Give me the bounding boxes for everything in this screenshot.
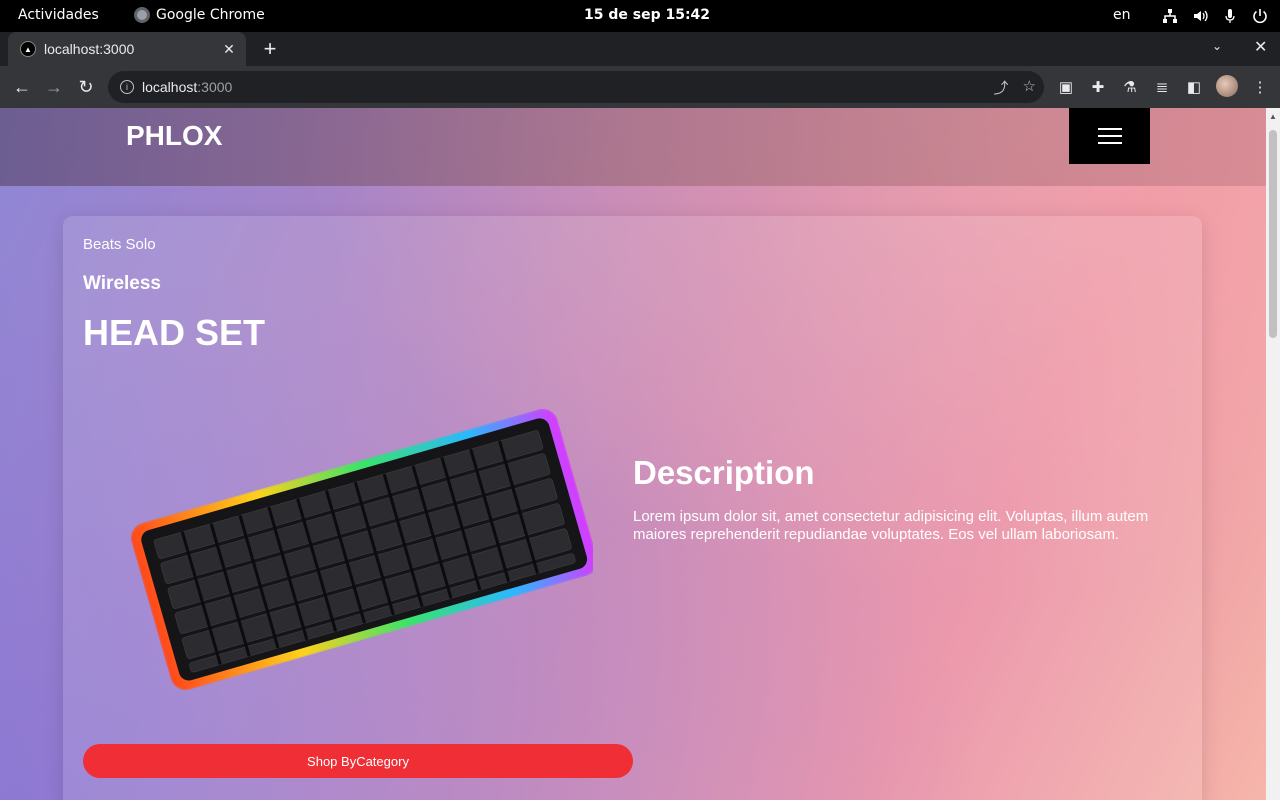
close-tab-icon[interactable]: ✕	[220, 40, 238, 58]
tab-search-icon[interactable]: ⌄	[1212, 39, 1222, 53]
hamburger-menu-button[interactable]	[1069, 108, 1150, 164]
menu-line	[1097, 135, 1122, 137]
volume-icon	[1190, 6, 1210, 26]
more-menu-icon[interactable]: ⋮	[1250, 75, 1270, 99]
app-name-label: Google Chrome	[156, 7, 265, 23]
extension-icon[interactable]: ▣	[1056, 75, 1076, 99]
microphone-icon	[1220, 6, 1240, 26]
forward-icon[interactable]: →	[42, 75, 66, 99]
chrome-icon	[134, 7, 150, 23]
shop-by-category-button[interactable]: Shop ByCategory	[83, 744, 633, 778]
activities-button[interactable]: Actividades	[18, 7, 99, 23]
profile-avatar[interactable]	[1216, 75, 1238, 97]
page-viewport: PHLOX Beats Solo Wireless HEAD SET Descr…	[0, 108, 1266, 800]
share-icon[interactable]: ⤴	[994, 77, 1009, 98]
url-port: :3000	[197, 79, 233, 95]
browser-tab[interactable]: ▲ localhost:3000 ✕	[8, 32, 246, 66]
clock[interactable]: 15 de sep 15:42	[584, 7, 710, 23]
brand-logo[interactable]: PHLOX	[126, 120, 222, 152]
scrollbar-thumb[interactable]	[1269, 130, 1277, 338]
product-image-keyboard	[131, 408, 593, 690]
window-close-icon[interactable]: ✕	[1254, 37, 1267, 57]
hero-headline: HEAD SET	[83, 312, 266, 353]
language-indicator[interactable]: en	[1113, 7, 1131, 23]
media-queue-icon[interactable]: ≣	[1152, 75, 1172, 99]
system-tray[interactable]	[1160, 6, 1270, 26]
browser-toolbar: ← → ↻ i localhost:3000 ⤴ ☆ ▣ ✚ ⚗ ≣ ◧ ⋮	[0, 66, 1280, 108]
menu-line	[1097, 128, 1122, 130]
puzzle-extensions-icon[interactable]: ✚	[1088, 75, 1108, 99]
page-scrollbar[interactable]: ▲	[1266, 108, 1280, 800]
back-icon[interactable]: ←	[10, 75, 34, 99]
system-top-bar: Actividades Google Chrome 15 de sep 15:4…	[0, 0, 1280, 32]
power-icon	[1250, 6, 1270, 26]
labs-flask-icon[interactable]: ⚗	[1120, 75, 1140, 99]
extensions-area: ▣ ✚ ⚗ ≣ ◧ ⋮	[1056, 75, 1270, 99]
hero-subtitle: Beats Solo	[83, 236, 156, 253]
site-info-icon[interactable]: i	[120, 80, 134, 94]
tab-strip: ▲ localhost:3000 ✕ + ⌄ ✕	[0, 32, 1280, 66]
hero-card: Beats Solo Wireless HEAD SET Description…	[63, 216, 1202, 800]
network-icon	[1160, 6, 1180, 26]
side-panel-icon[interactable]: ◧	[1184, 75, 1204, 99]
site-navbar: PHLOX	[0, 108, 1266, 186]
hero-subheading: Wireless	[83, 273, 161, 294]
bookmark-star-icon[interactable]: ☆	[1023, 77, 1036, 98]
description-title: Description	[633, 454, 815, 491]
favicon-icon: ▲	[20, 41, 36, 57]
address-bar[interactable]: i localhost:3000 ⤴ ☆	[108, 71, 1044, 103]
new-tab-button[interactable]: +	[258, 36, 282, 61]
app-menu[interactable]: Google Chrome	[134, 7, 265, 23]
description-text: Lorem ipsum dolor sit, amet consectetur …	[633, 508, 1149, 543]
tab-title: localhost:3000	[44, 41, 135, 57]
reload-icon[interactable]: ↻	[74, 75, 98, 99]
scroll-up-icon[interactable]: ▲	[1269, 112, 1277, 121]
url-host: localhost	[142, 79, 198, 95]
menu-line	[1097, 142, 1122, 144]
